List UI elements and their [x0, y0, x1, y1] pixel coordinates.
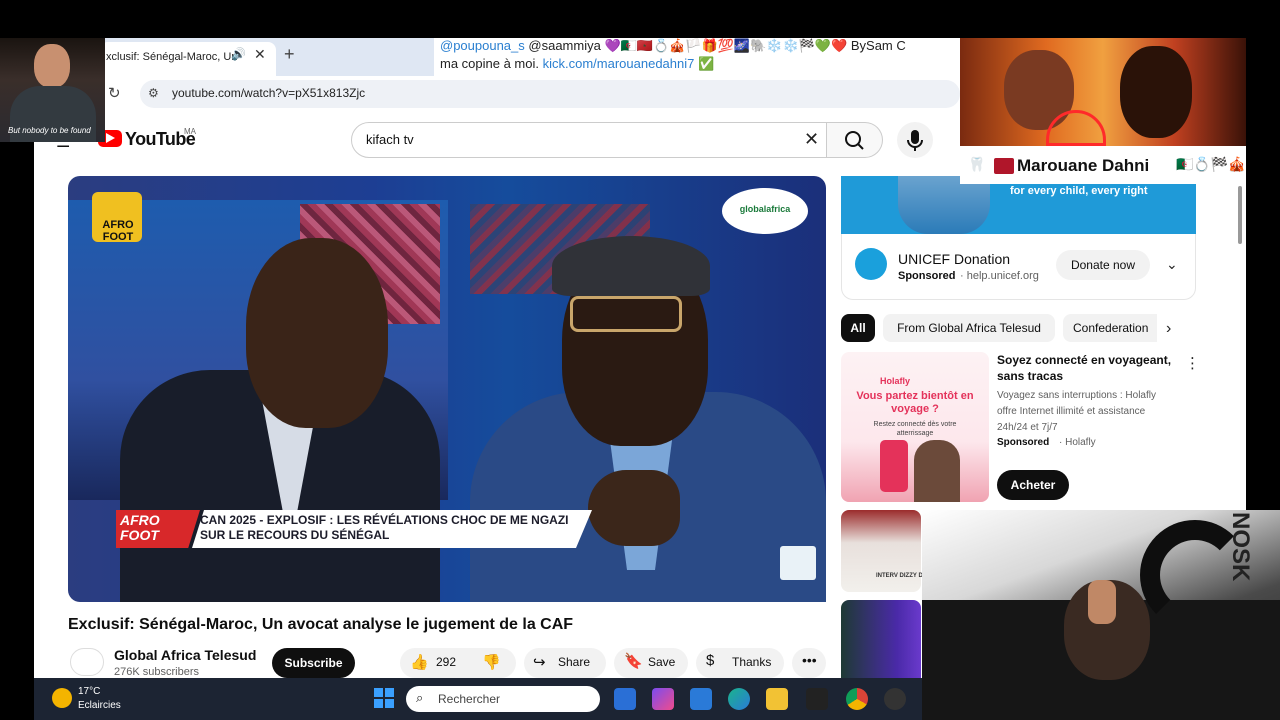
guest-left-head: [246, 238, 388, 428]
chip-from-channel[interactable]: From Global Africa Telesud: [883, 314, 1055, 342]
chat-message-line: @poupouna_s @saammiya 💜🇩🇿🇲🇦💍🎪🏳️🎁💯🌌🐘❄️❄️🏁…: [440, 38, 906, 54]
subscribe-button[interactable]: Subscribe: [272, 648, 355, 678]
like-icon[interactable]: 👍: [410, 653, 429, 671]
verified-icon: ✅: [697, 56, 715, 71]
holafly-logo: Holafly: [879, 376, 910, 386]
app-icon[interactable]: [614, 688, 636, 710]
channel-watermark: [780, 546, 816, 580]
copilot-icon[interactable]: [652, 688, 674, 710]
folder-icon[interactable]: [766, 688, 788, 710]
ad-title[interactable]: UNICEF Donation: [898, 251, 1010, 267]
webcam-sign: NOSK: [1227, 512, 1254, 582]
clear-search-icon[interactable]: ✕: [804, 129, 819, 150]
close-tab-icon[interactable]: ✕: [254, 46, 266, 63]
region-code: MA: [184, 127, 196, 136]
flag-icon: [994, 158, 1014, 174]
voice-search-button[interactable]: [897, 122, 933, 158]
tab-title: xclusif: Sénégal-Maroc, Un: [106, 51, 238, 63]
chevron-right-icon[interactable]: ›: [1166, 320, 1171, 338]
holafly-source: · Holafly: [1059, 437, 1096, 448]
chat-message-text: ma copine à moi.: [440, 56, 543, 71]
chevron-down-icon[interactable]: ⌄: [1166, 256, 1178, 273]
edge-icon[interactable]: [728, 688, 750, 710]
sponsored-label: Sponsored: [997, 437, 1050, 448]
thanks-label: Thanks: [732, 655, 772, 669]
chat-username: @poupouna_s: [440, 38, 525, 53]
search-button[interactable]: [827, 122, 883, 158]
lower-third-text: CAN 2025 - EXPLOSIF : LES RÉVÉLATIONS CH…: [200, 513, 569, 542]
unicef-logo-icon: [855, 248, 887, 280]
audio-app-icon[interactable]: [806, 688, 828, 710]
windows-start-icon[interactable]: [374, 688, 394, 708]
holafly-title[interactable]: Soyez connecté en voyageant, sans tracas: [997, 352, 1177, 384]
search-input[interactable]: [351, 122, 827, 158]
chip-confederation[interactable]: Confederation: [1063, 314, 1157, 342]
lower-third-tag-text: AFRO FOOT: [120, 512, 160, 543]
site-info-icon[interactable]: ⚙: [148, 86, 159, 100]
streamer-name: Marouane Dahni: [1017, 156, 1150, 175]
share-icon: ↪: [533, 654, 546, 671]
guest-right-hand: [588, 470, 680, 546]
donate-button[interactable]: Donate now: [1056, 250, 1150, 280]
chip-all[interactable]: All: [841, 314, 875, 342]
dislike-icon[interactable]: 👎: [482, 653, 501, 671]
tooth-emoji-icon: 🦷: [968, 156, 986, 172]
overlay-figure: [1120, 46, 1192, 138]
taskbar-search-input[interactable]: [406, 686, 600, 712]
chrome-icon[interactable]: [846, 688, 868, 710]
ad-domain: · help.unicef.org: [960, 270, 1039, 282]
portrait-caption: But nobody to be found: [8, 126, 91, 135]
sponsored-label: Sponsored: [898, 270, 956, 282]
search-icon: [845, 131, 864, 150]
reload-icon[interactable]: ↻: [108, 84, 121, 102]
new-tab-icon[interactable]: +: [284, 44, 295, 65]
woman-image: [914, 440, 960, 502]
holafly-description: Voyagez sans interruptions : Holafly off…: [997, 390, 1156, 433]
mail-icon[interactable]: [690, 688, 712, 710]
network-logo-text: globalafrica: [739, 204, 791, 214]
guest-right-cap: [552, 236, 710, 296]
weather-icon[interactable]: [52, 688, 72, 708]
search-icon: ⌕: [416, 690, 424, 705]
bookmark-icon: 🔖: [624, 653, 643, 670]
ad-banner-text: for every child, every right: [1010, 185, 1148, 197]
portrait-face: [34, 44, 70, 88]
chat-message-line: ma copine à moi. kick.com/marouanedahni7…: [440, 56, 714, 72]
video-title: Exclusif: Sénégal-Maroc, Un avocat analy…: [68, 616, 574, 633]
kebab-menu-icon[interactable]: ⋮: [1185, 354, 1200, 372]
holafly-subtext: Restez connecté dès votre atterrissage: [873, 421, 957, 437]
subscriber-count: 276K subscribers: [114, 666, 199, 678]
like-count[interactable]: 292: [436, 655, 456, 669]
buy-button[interactable]: Acheter: [997, 470, 1069, 500]
holafly-headline: Vous partez bientôt en voyage ?: [856, 390, 974, 415]
phone-image: [880, 440, 908, 492]
mic-icon: [907, 130, 923, 151]
channel-avatar[interactable]: [70, 648, 104, 676]
ad-banner-photo: [898, 176, 990, 234]
afrofoot-logo-text: AFRO FOOT: [102, 219, 134, 243]
play-icon: [106, 133, 115, 143]
suggestion-thumb-text: INTERV DIZZY D: [876, 573, 923, 579]
guest-right-glasses: [570, 296, 682, 332]
obs-icon[interactable]: [884, 688, 906, 710]
weather-description[interactable]: Eclaircies: [78, 700, 121, 711]
audio-icon[interactable]: 🔊: [231, 47, 246, 61]
emoji-group-icon: 🇩🇿💍🏁🎪: [1176, 156, 1246, 172]
save-label: Save: [648, 655, 676, 669]
channel-name[interactable]: Global Africa Telesud: [114, 647, 256, 663]
browser-tab[interactable]: xclusif: Sénégal-Maroc, Un: [100, 42, 276, 76]
chat-link: kick.com/marouanedahni7: [542, 56, 695, 71]
taskbar-search-placeholder[interactable]: Rechercher: [438, 692, 500, 706]
search-input-value[interactable]: kifach tv: [366, 132, 414, 147]
suggestion-thumbnail[interactable]: [841, 600, 921, 678]
thanks-icon: $: [706, 652, 715, 669]
webcam-hand: [1088, 580, 1116, 624]
chat-message-text: @saammiya 💜🇩🇿🇲🇦💍🎪🏳️🎁💯🌌🐘❄️❄️🏁💚❤️ BySam C: [524, 38, 906, 53]
share-label: Share: [558, 655, 591, 669]
url-text[interactable]: youtube.com/watch?v=pX51x813Zjc: [172, 86, 365, 100]
weather-temperature[interactable]: 17°C: [78, 686, 100, 697]
more-icon: •••: [802, 652, 817, 668]
scrollbar-thumb[interactable]: [1238, 186, 1242, 244]
